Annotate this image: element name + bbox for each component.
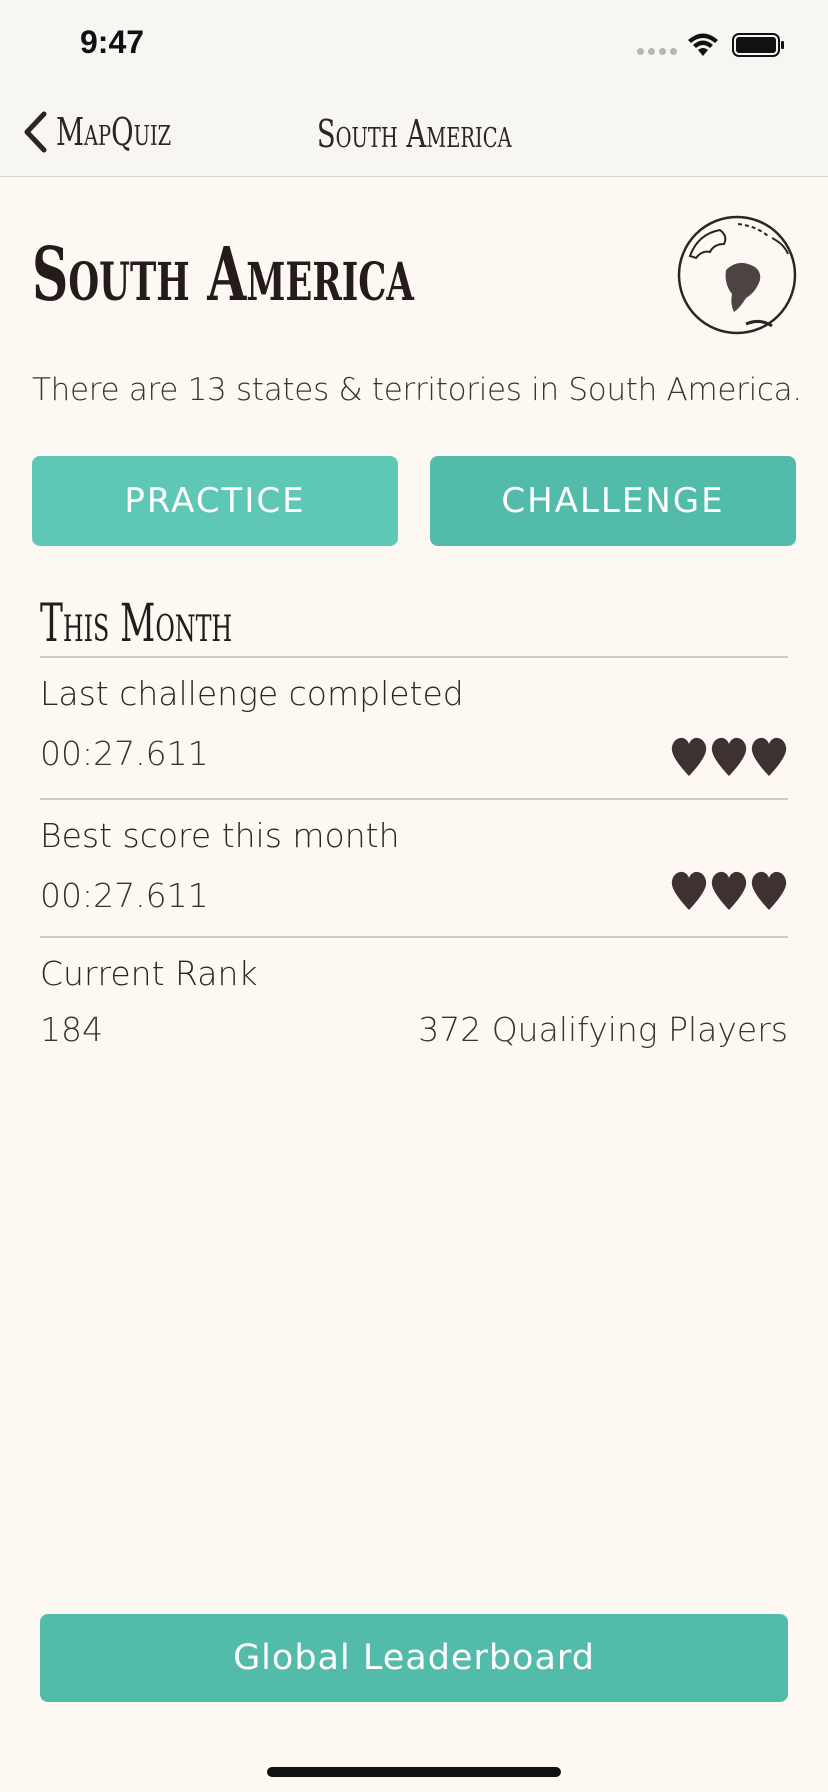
qualifying-players: 372 Qualifying Players (418, 1010, 788, 1049)
best-score-time: 00:27.611 (40, 876, 209, 915)
best-score-label: Best score this month (40, 816, 400, 855)
best-score-hearts (670, 870, 788, 912)
divider (40, 936, 788, 938)
current-rank-label: Current Rank (40, 954, 258, 993)
heart-icon (671, 737, 707, 776)
challenge-button[interactable]: CHALLENGE (430, 456, 796, 546)
divider (40, 798, 788, 800)
last-challenge-hearts (670, 736, 788, 778)
global-leaderboard-button[interactable]: Global Leaderboard (40, 1614, 788, 1702)
last-challenge-time: 00:27.611 (40, 734, 209, 773)
region-description: There are 13 states & territories in Sou… (32, 372, 802, 408)
divider (40, 656, 788, 658)
cellular-signal-icon (637, 48, 677, 55)
battery-icon (732, 33, 784, 57)
navigation-bar: MapQuiz South America (0, 92, 828, 177)
practice-button[interactable]: PRACTICE (32, 456, 398, 546)
section-title: This Month (40, 594, 233, 654)
heart-icon (671, 871, 707, 910)
page-title: South America (32, 232, 414, 318)
wifi-icon (688, 33, 718, 56)
heart-icon (711, 737, 747, 776)
globe-icon (677, 215, 797, 335)
status-time: 9:47 (80, 24, 145, 60)
home-indicator[interactable] (267, 1767, 561, 1777)
heart-icon (751, 871, 787, 910)
last-challenge-label: Last challenge completed (40, 674, 464, 713)
heart-icon (751, 737, 787, 776)
status-bar: 9:47 (0, 0, 828, 92)
nav-title: South America (316, 112, 512, 156)
current-rank-value: 184 (40, 1010, 103, 1049)
heart-icon (711, 871, 747, 910)
